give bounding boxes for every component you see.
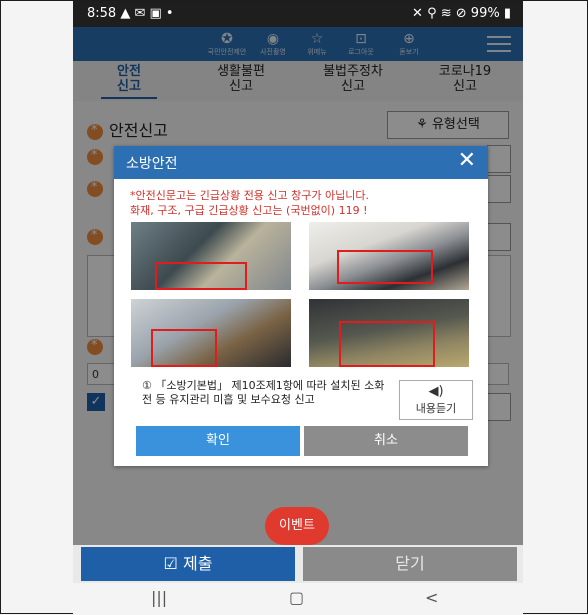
confirm-button[interactable]: 확인 (136, 426, 300, 456)
status-bar: 8:58 ▲ ✉ ▣ • ✕ ⚲ ≋ ⊘ 99% ▮ (73, 1, 523, 27)
emergency-warning: *안전신문고는 긴급상황 전용 신고 창구가 아닙니다. 화재, 구조, 구급 … (130, 189, 369, 217)
event-button[interactable]: 이벤트 (265, 507, 329, 545)
example-photo (309, 299, 469, 367)
bottom-action-bar: ☑ 제출 닫기 (73, 545, 523, 583)
phone-screen: 8:58 ▲ ✉ ▣ • ✕ ⚲ ≋ ⊘ 99% ▮ ✪ 국민안전제안 ◉ 사진촬영… (73, 1, 523, 615)
close-button[interactable]: 닫기 (303, 547, 517, 581)
android-nav-bar: ||| ▢ < (73, 583, 523, 615)
submit-button[interactable]: ☑ 제출 (81, 547, 295, 581)
fire-safety-dialog: 소방안전 ✕ *안전신문고는 긴급상황 전용 신고 창구가 아닙니다. 화재, … (114, 146, 488, 466)
example-photo (131, 299, 291, 367)
recent-apps-icon[interactable]: ||| (151, 588, 167, 607)
report-description: ① 「소방기본법」 제10조제1항에 따라 설치된 소화전 등 유지관리 미흡 … (142, 379, 385, 406)
dialog-header: 소방안전 ✕ (114, 146, 488, 179)
clock: 8:58 (87, 6, 117, 21)
cancel-button[interactable]: 취소 (304, 426, 468, 456)
back-icon[interactable]: < (425, 588, 438, 607)
example-photo (309, 222, 469, 290)
dialog-title: 소방안전 (126, 156, 178, 172)
signal-icons: ✕ ⚲ ≋ ⊘ (412, 6, 467, 21)
home-icon[interactable]: ▢ (289, 588, 304, 607)
example-photo (131, 222, 291, 290)
speaker-icon: ◀) (428, 384, 444, 399)
close-icon[interactable]: ✕ (458, 147, 476, 175)
listen-button[interactable]: ◀) 내용듣기 (399, 380, 473, 420)
screenshot-frame: 8:58 ▲ ✉ ▣ • ✕ ⚲ ≋ ⊘ 99% ▮ ✪ 국민안전제안 ◉ 사진촬영… (0, 0, 588, 615)
notification-icons: ▲ ✉ ▣ • (120, 6, 174, 21)
battery-level: 99% (470, 6, 500, 21)
submit-icon: ☑ (163, 554, 178, 573)
